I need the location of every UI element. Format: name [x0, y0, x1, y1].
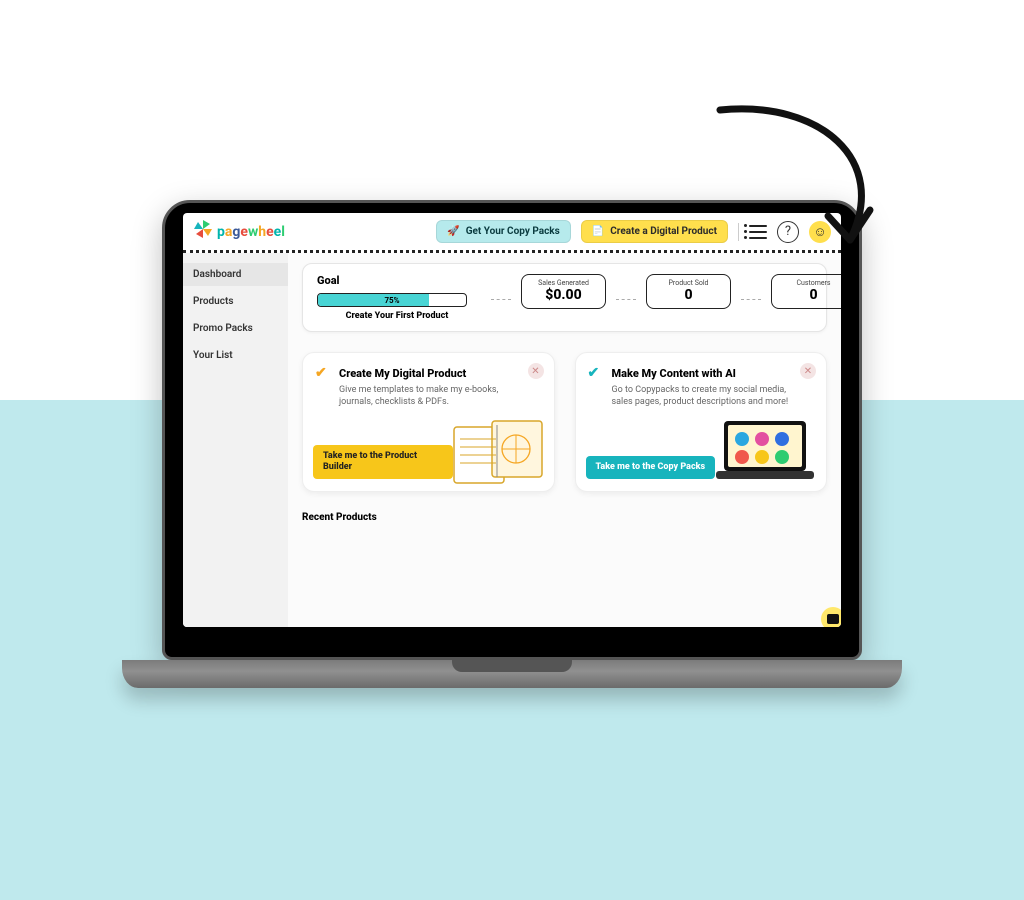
pinwheel-icon: [193, 219, 213, 244]
document-icon: 📄: [592, 226, 604, 237]
recent-products-heading: Recent Products: [302, 512, 827, 523]
goal-progress-pct: 75%: [318, 294, 466, 306]
close-icon: ✕: [804, 366, 812, 377]
laptop-base: [122, 660, 902, 688]
sidebar: Dashboard Products Promo Packs Your List: [183, 253, 288, 627]
sidebar-item-your-list[interactable]: Your List: [183, 344, 288, 367]
stat-sales-label: Sales Generated: [538, 279, 589, 287]
connector-line: [616, 299, 636, 300]
card-desc: Give me templates to make my e-books, jo…: [339, 384, 519, 408]
close-icon: ✕: [531, 366, 539, 377]
product-builder-button[interactable]: Take me to the Product Builder: [313, 445, 453, 479]
check-icon: ✔: [315, 365, 327, 381]
sidebar-item-products[interactable]: Products: [183, 290, 288, 313]
card-desc: Go to Copypacks to create my social medi…: [612, 384, 792, 408]
main-panel: Goal 75% Create Your First Product Sales…: [288, 253, 841, 627]
goal-title: Goal: [317, 274, 477, 287]
stat-sales: Sales Generated $0.00: [521, 274, 606, 309]
laptop-social-illustration-icon: [710, 415, 820, 487]
chat-widget-button[interactable]: [821, 607, 841, 627]
rocket-icon: 🚀: [447, 226, 459, 237]
check-icon: ✔: [588, 365, 600, 381]
sidebar-item-dashboard[interactable]: Dashboard: [183, 263, 288, 286]
card-create-product: ✕ ✔ Create My Digital Product Give me te…: [302, 352, 555, 492]
get-copy-packs-label: Get Your Copy Packs: [466, 226, 560, 237]
brand-logo[interactable]: pagewheel: [193, 219, 285, 244]
card-ai-content: ✕ ✔ Make My Content with AI Go to Copypa…: [575, 352, 828, 492]
dismiss-card-button[interactable]: ✕: [800, 363, 816, 379]
stat-sales-value: $0.00: [545, 287, 581, 304]
get-copy-packs-button[interactable]: 🚀 Get Your Copy Packs: [436, 220, 571, 243]
card-title: Create My Digital Product: [339, 367, 540, 380]
callout-arrow-icon: [680, 100, 910, 300]
dismiss-card-button[interactable]: ✕: [528, 363, 544, 379]
copy-packs-button[interactable]: Take me to the Copy Packs: [586, 456, 716, 479]
sidebar-item-promo-packs[interactable]: Promo Packs: [183, 317, 288, 340]
chat-icon: [827, 614, 839, 624]
notebook-illustration-icon: [448, 417, 548, 487]
card-title: Make My Content with AI: [612, 367, 813, 380]
connector-line: [491, 299, 511, 300]
goal-subtitle: Create Your First Product: [317, 311, 477, 321]
goal-progress: 75%: [317, 293, 467, 307]
